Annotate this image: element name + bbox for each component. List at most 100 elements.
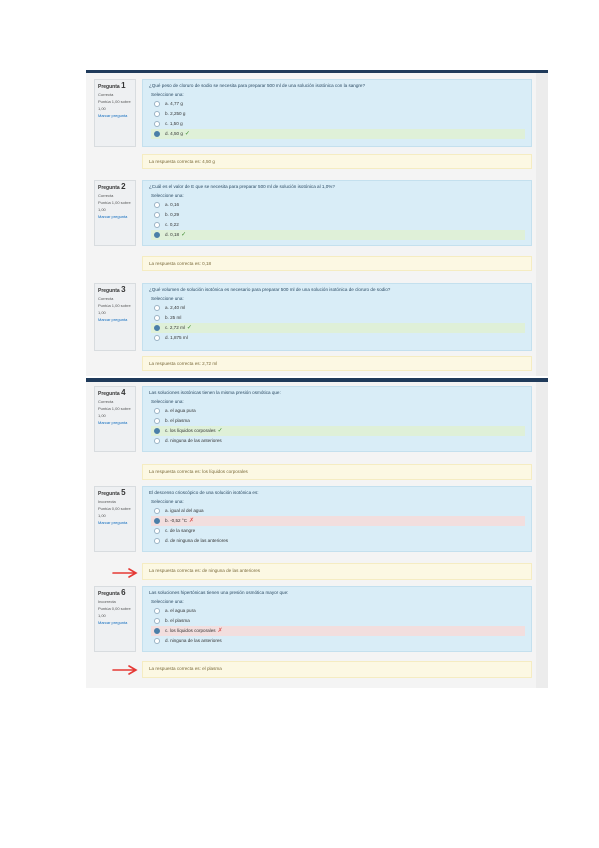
answer-option[interactable]: d. ninguna de las anteriores bbox=[151, 436, 525, 446]
question-points: Puntúa 1,00 sobre 1,00 bbox=[98, 99, 131, 111]
answer-option[interactable]: a. 4,77 g bbox=[151, 99, 525, 109]
radio-button[interactable] bbox=[154, 334, 160, 341]
scrollbar[interactable] bbox=[536, 73, 548, 376]
radio-button[interactable] bbox=[154, 304, 160, 311]
radio-button[interactable] bbox=[154, 231, 160, 238]
answer-option-selected[interactable]: c. los líquidos corporales ✗ bbox=[151, 626, 525, 636]
radio-button[interactable] bbox=[154, 537, 160, 544]
question-formulation: ¿Qué peso de cloruro de sodio se necesit… bbox=[142, 79, 532, 147]
question-text: ¿Qué volumen de solución isotónica es ne… bbox=[149, 287, 391, 292]
answer-prompt: Seleccione una: bbox=[151, 296, 184, 301]
answer-option-selected[interactable]: b. -0,52 °C ✗ bbox=[151, 516, 525, 526]
radio-button[interactable] bbox=[154, 211, 160, 218]
answer-option[interactable]: a. 2,40 ml bbox=[151, 303, 525, 313]
answer-option-selected[interactable]: c. 2,72 ml ✓ bbox=[151, 323, 525, 333]
question-points: Puntúa 1,00 sobre 1,00 bbox=[98, 200, 131, 212]
radio-button[interactable] bbox=[154, 221, 160, 228]
radio-button[interactable] bbox=[154, 324, 160, 331]
question-text: ¿Qué peso de cloruro de sodio se necesit… bbox=[149, 83, 366, 88]
question-formulation: Las soluciones hipertónicas tienen una p… bbox=[142, 586, 532, 652]
question-number: Pregunta 3 bbox=[98, 285, 126, 295]
answer-option-selected[interactable]: d. 4,50 g ✓ bbox=[151, 129, 525, 139]
correct-answer-feedback: La respuesta correcta es: 2,72 ml bbox=[142, 356, 532, 371]
radio-button[interactable] bbox=[154, 517, 160, 524]
radio-button[interactable] bbox=[154, 507, 160, 514]
flag-question-link[interactable]: Marcar pregunta bbox=[98, 419, 132, 426]
answer-option[interactable]: d. de ninguna de las anteriores bbox=[151, 536, 525, 546]
radio-button[interactable] bbox=[154, 527, 160, 534]
radio-button[interactable] bbox=[154, 617, 160, 624]
answer-option[interactable]: c. 1,50 g bbox=[151, 119, 525, 129]
answer-option[interactable]: b. 0,29 bbox=[151, 210, 525, 220]
question-formulation: ¿Cuál es el valor de E que se necesita p… bbox=[142, 180, 532, 246]
check-icon: ✓ bbox=[217, 428, 223, 434]
cross-icon: ✗ bbox=[217, 628, 223, 634]
flag-question-link[interactable]: Marcar pregunta bbox=[98, 619, 132, 626]
radio-button[interactable] bbox=[154, 130, 160, 137]
correct-answer-feedback: La respuesta correcta es: de ninguna de … bbox=[142, 563, 532, 580]
question-text: El descenso crioscópico de una solución … bbox=[149, 490, 259, 495]
answer-option[interactable]: a. el agua pura bbox=[151, 606, 525, 616]
flag-question-link[interactable]: Marcar pregunta bbox=[98, 112, 132, 119]
question-formulation: ¿Qué volumen de solución isotónica es ne… bbox=[142, 283, 532, 351]
answer-prompt: Seleccione una: bbox=[151, 92, 184, 97]
question-info: Pregunta 4 Correcta Puntúa 1,00 sobre 1,… bbox=[94, 386, 136, 452]
red-arrow-annotation bbox=[112, 568, 138, 578]
answer-option[interactable]: b. el plasma bbox=[151, 616, 525, 626]
flag-question-link[interactable]: Marcar pregunta bbox=[98, 316, 132, 323]
question-info: Pregunta 1 Correcta Puntúa 1,00 sobre 1,… bbox=[94, 79, 136, 147]
question-number: Pregunta 2 bbox=[98, 182, 126, 192]
question-status: Correcta bbox=[98, 193, 114, 198]
question-info: Pregunta 5 Incorrecta Puntúa 0,00 sobre … bbox=[94, 486, 136, 552]
answer-option[interactable]: b. 2,250 g bbox=[151, 109, 525, 119]
answer-option[interactable]: a. 0,16 bbox=[151, 200, 525, 210]
radio-button[interactable] bbox=[154, 607, 160, 614]
answer-option[interactable]: d. ninguna de las anteriores bbox=[151, 636, 525, 646]
radio-button[interactable] bbox=[154, 120, 160, 127]
quiz-screenshot-bottom: Pregunta 4 Correcta Puntúa 1,00 sobre 1,… bbox=[86, 378, 548, 688]
question-status: Correcta bbox=[98, 296, 114, 301]
flag-question-link[interactable]: Marcar pregunta bbox=[98, 213, 132, 220]
radio-button[interactable] bbox=[154, 100, 160, 107]
answer-option[interactable]: c. de la sangre bbox=[151, 526, 525, 536]
radio-button[interactable] bbox=[154, 314, 160, 321]
answer-option[interactable]: b. el plasma bbox=[151, 416, 525, 426]
check-icon: ✓ bbox=[184, 131, 190, 137]
question-points: Puntúa 1,00 sobre 1,00 bbox=[98, 303, 131, 315]
question-info: Pregunta 3 Correcta Puntúa 1,00 sobre 1,… bbox=[94, 283, 136, 351]
question-status: Incorrecta bbox=[98, 499, 116, 504]
question-formulation: El descenso crioscópico de una solución … bbox=[142, 486, 532, 552]
scrollbar[interactable] bbox=[536, 382, 548, 688]
answer-option-selected[interactable]: d. 0,18 ✓ bbox=[151, 230, 525, 240]
answer-option[interactable]: c. 0,22 bbox=[151, 220, 525, 230]
cross-icon: ✗ bbox=[189, 518, 195, 524]
radio-button[interactable] bbox=[154, 201, 160, 208]
answer-option[interactable]: a. el agua pura bbox=[151, 406, 525, 416]
question-number: Pregunta 5 bbox=[98, 488, 126, 498]
check-icon: ✓ bbox=[186, 325, 192, 331]
question-number: Pregunta 1 bbox=[98, 81, 126, 91]
radio-button[interactable] bbox=[154, 417, 160, 424]
red-arrow-annotation bbox=[112, 665, 138, 675]
flag-question-link[interactable]: Marcar pregunta bbox=[98, 519, 132, 526]
question-text: Las soluciones hipertónicas tienen una p… bbox=[149, 590, 289, 595]
radio-button[interactable] bbox=[154, 637, 160, 644]
radio-button[interactable] bbox=[154, 437, 160, 444]
quiz-screenshot-top: Pregunta 1 Correcta Puntúa 1,00 sobre 1,… bbox=[86, 70, 548, 376]
question-status: Correcta bbox=[98, 399, 114, 404]
answer-option[interactable]: a. igual al del agua bbox=[151, 506, 525, 516]
radio-button[interactable] bbox=[154, 427, 160, 434]
answer-option[interactable]: d. 1,875 ml bbox=[151, 333, 525, 343]
radio-button[interactable] bbox=[154, 407, 160, 414]
answer-prompt: Seleccione una: bbox=[151, 499, 184, 504]
correct-answer-feedback: La respuesta correcta es: 0,18 bbox=[142, 256, 532, 271]
check-icon: ✓ bbox=[181, 232, 187, 238]
answer-prompt: Seleccione una: bbox=[151, 193, 184, 198]
answer-option-selected[interactable]: c. los líquidos corporales ✓ bbox=[151, 426, 525, 436]
radio-button[interactable] bbox=[154, 110, 160, 117]
question-formulation: Las soluciones isotónicas tienen la mism… bbox=[142, 386, 532, 452]
question-points: Puntúa 0,00 sobre 1,00 bbox=[98, 606, 131, 618]
question-number: Pregunta 4 bbox=[98, 388, 126, 398]
radio-button[interactable] bbox=[154, 627, 160, 634]
answer-option[interactable]: b. 25 ml bbox=[151, 313, 525, 323]
